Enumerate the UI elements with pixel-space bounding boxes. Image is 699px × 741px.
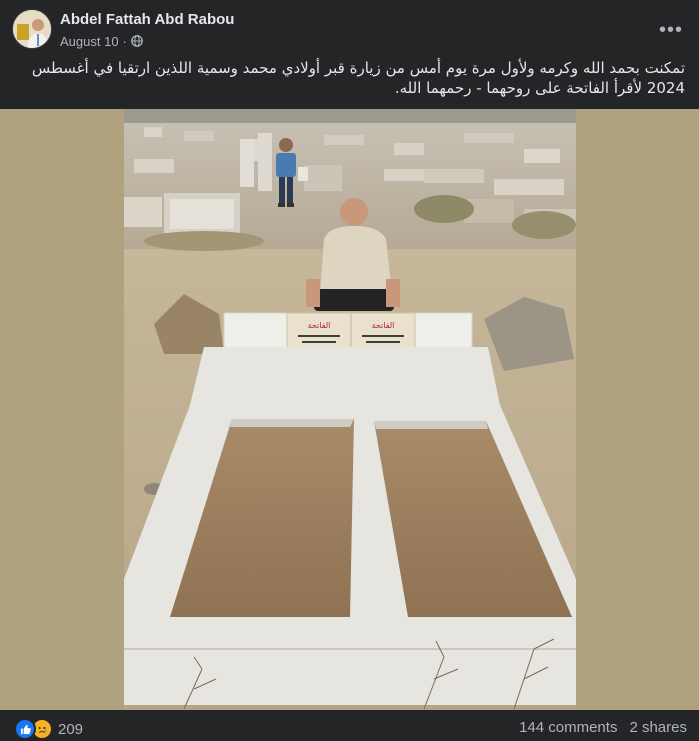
like-icon [14,718,36,740]
post-meta: August 10 · [60,33,143,49]
post-photo-container[interactable]: الفاتحة الفاتحة [0,109,699,710]
author-avatar[interactable] [12,9,52,49]
post-header: Abdel Fattah Abd Rabou August 10 · ••• [0,0,699,56]
reactions-summary[interactable]: 209 [14,718,83,740]
comments-count-link[interactable]: 144 comments [519,719,617,736]
reaction-count: 209 [58,720,84,738]
avatar-image [13,10,51,48]
plaque-heading-left: الفاتحة [308,321,331,330]
globe-icon[interactable] [131,35,143,47]
post-caption: تمكنت بحمد الله وكرمه ولأول مرة يوم أمس … [31,59,685,97]
more-horizontal-icon: ••• [658,18,683,41]
post-date[interactable]: August 10 [60,34,119,49]
more-options-button[interactable]: ••• [653,12,689,48]
author-name[interactable]: Abdel Fattah Abd Rabou [60,11,234,28]
meta-separator: · [122,33,127,49]
post-stats: 144 comments 2 shares [519,719,687,736]
post-footer: 209 144 comments 2 shares [0,710,699,741]
shares-count-link[interactable]: 2 shares [629,719,687,736]
post-photo: الفاتحة الفاتحة [124,109,576,710]
plaque-heading-right: الفاتحة [372,321,395,330]
